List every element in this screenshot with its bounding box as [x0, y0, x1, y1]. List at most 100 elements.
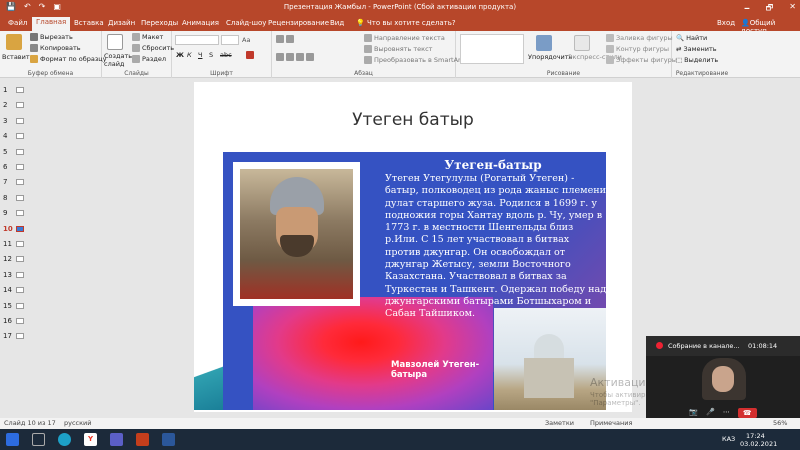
slide-thumbnail[interactable]: 11	[2, 236, 28, 252]
sign-in-link[interactable]: Вход	[713, 18, 739, 28]
align-text-button[interactable]: Выровнять текст	[364, 45, 432, 53]
slide-thumbnail-preview	[16, 271, 24, 278]
word-icon[interactable]	[162, 433, 175, 446]
slide-thumbnail[interactable]: 17	[2, 328, 28, 344]
window-controls: 🗕 🗗 ✕	[744, 2, 796, 16]
font-name-field[interactable]	[175, 35, 219, 45]
slide-thumbnail[interactable]: 3	[2, 113, 28, 129]
slide-thumbnail[interactable]: 9	[2, 205, 28, 221]
teams-icon[interactable]	[110, 433, 123, 446]
close-icon[interactable]: ✕	[789, 2, 796, 16]
replace-button[interactable]: ⇄ Заменить	[676, 45, 717, 53]
content-picture[interactable]: Утеген-батыр Утеген Утегулулы (Рогатый У…	[223, 152, 606, 410]
comments-button[interactable]: Примечания	[590, 419, 632, 427]
clock-time[interactable]: 17:24	[746, 432, 765, 440]
tab-review[interactable]: Рецензирование	[264, 18, 333, 28]
slide-thumbnail-number: 2	[3, 101, 8, 110]
select-button[interactable]: ⬚ Выделить	[676, 56, 718, 64]
paste-button[interactable]: Вставить	[2, 53, 33, 61]
slide-thumbnail[interactable]: 10	[2, 221, 28, 237]
paragraph-group: Направление текста Выровнять текст Преоб…	[272, 31, 463, 78]
edge-browser-icon[interactable]	[58, 433, 71, 446]
notes-button[interactable]: Заметки	[545, 419, 574, 427]
shape-outline-button[interactable]: Контур фигуры	[606, 45, 669, 53]
tab-file[interactable]: Файл	[4, 18, 31, 28]
tab-animations[interactable]: Анимация	[178, 18, 223, 28]
bold-button[interactable]: Ж	[176, 51, 184, 59]
clock-date[interactable]: 03.02.2021	[740, 440, 777, 448]
language-indicator[interactable]: русский	[64, 419, 92, 427]
reset-button[interactable]: Сбросить	[132, 44, 174, 52]
cursor-icon: ⬚	[676, 56, 683, 64]
slide-thumbnail[interactable]: 1	[2, 82, 28, 98]
effects-icon	[606, 56, 614, 64]
font-size-aa-buttons[interactable]: Аа	[242, 36, 250, 44]
align-buttons[interactable]	[276, 53, 314, 61]
tab-transitions[interactable]: Переходы	[137, 18, 182, 28]
status-bar: Слайд 10 из 17 русский Заметки Примечани…	[0, 418, 800, 429]
smartart-button[interactable]: Преобразовать в SmartArt	[364, 56, 463, 64]
slide-thumbnail[interactable]: 16	[2, 313, 28, 329]
minimize-icon[interactable]: 🗕	[744, 2, 750, 16]
arrange-button[interactable]: Упорядочить	[528, 53, 572, 61]
strikethrough-button[interactable]: abc	[220, 51, 232, 59]
slide-thumbnail-number: 3	[3, 116, 8, 125]
shadow-button[interactable]: S	[209, 51, 213, 59]
find-button[interactable]: 🔍 Найти	[676, 34, 707, 42]
slide-thumbnail[interactable]: 13	[2, 267, 28, 283]
video-call-header: Собрание в канале... 01:08:14	[646, 336, 800, 356]
font-size-field[interactable]	[221, 35, 239, 45]
slide-thumbnail[interactable]: 8	[2, 190, 28, 206]
yandex-browser-icon[interactable]: Y	[84, 433, 97, 446]
italic-button[interactable]: К	[187, 51, 192, 59]
zoom-level[interactable]: 56%	[773, 419, 787, 427]
underline-button[interactable]: Ч	[198, 51, 202, 59]
powerpoint-icon[interactable]	[136, 433, 149, 446]
copy-button[interactable]: Копировать	[30, 44, 81, 52]
keyboard-language[interactable]: КАЗ	[722, 435, 735, 443]
tab-design[interactable]: Дизайн	[104, 18, 139, 28]
format-painter-button[interactable]: Формат по образцу	[30, 55, 107, 63]
shape-effects-button[interactable]: Эффекты фигуры	[606, 56, 677, 64]
slide-thumbnail-number: 6	[3, 163, 8, 171]
tab-insert[interactable]: Вставка	[70, 18, 108, 28]
section-button[interactable]: Раздел	[132, 55, 166, 63]
microphone-icon[interactable]: 🎤	[706, 408, 715, 418]
recording-icon	[656, 342, 663, 349]
font-label: Шрифт	[210, 70, 233, 77]
slide-thumbnail[interactable]: 14	[2, 282, 28, 298]
tab-view[interactable]: Вид	[326, 18, 348, 28]
slide-thumbnail[interactable]: 4	[2, 128, 28, 144]
slide-title[interactable]: Утеген батыр	[194, 110, 632, 130]
new-slide-button[interactable]: Создать слайд	[104, 52, 132, 68]
slide-thumbnail[interactable]: 6	[2, 159, 28, 175]
replace-icon: ⇄	[676, 45, 682, 53]
slide-thumbnail[interactable]: 2	[2, 97, 28, 113]
shapes-gallery[interactable]	[460, 34, 524, 64]
slide-thumbnail-preview	[16, 133, 24, 140]
quick-styles-icon	[574, 35, 590, 51]
font-color-button[interactable]	[246, 51, 254, 59]
slide-thumbnail-number: 13	[3, 270, 12, 279]
restore-icon[interactable]: 🗗	[766, 2, 774, 16]
layout-button[interactable]: Макет	[132, 33, 163, 41]
text-direction-button[interactable]: Направление текста	[364, 34, 445, 42]
slide-thumbnail[interactable]: 7	[2, 174, 28, 190]
slide-thumbnail[interactable]: 15	[2, 298, 28, 314]
video-call-window[interactable]: Собрание в канале... 01:08:14 📷 🎤 ⋯ ☎	[646, 336, 800, 420]
windows-start-icon[interactable]	[6, 433, 19, 446]
task-view-icon[interactable]	[32, 433, 45, 446]
align-right-icon	[296, 53, 304, 61]
shape-fill-button[interactable]: Заливка фигуры	[606, 34, 673, 42]
more-options-icon[interactable]: ⋯	[723, 408, 730, 418]
hang-up-icon[interactable]: ☎	[737, 408, 757, 418]
slide-thumbnail-preview	[16, 302, 24, 309]
tab-home[interactable]: Главная	[32, 17, 71, 31]
slide-thumbnail[interactable]: 5	[2, 144, 28, 160]
slide-thumbnail[interactable]: 12	[2, 251, 28, 267]
tell-me-search[interactable]: 💡 Что вы хотите сделать?	[352, 18, 460, 28]
window-title: Презентация Жамбыл - PowerPoint (Сбой ак…	[283, 3, 517, 11]
camera-icon[interactable]: 📷	[689, 408, 698, 418]
bullets-button[interactable]	[276, 35, 294, 43]
cut-button[interactable]: Вырезать	[30, 33, 73, 41]
